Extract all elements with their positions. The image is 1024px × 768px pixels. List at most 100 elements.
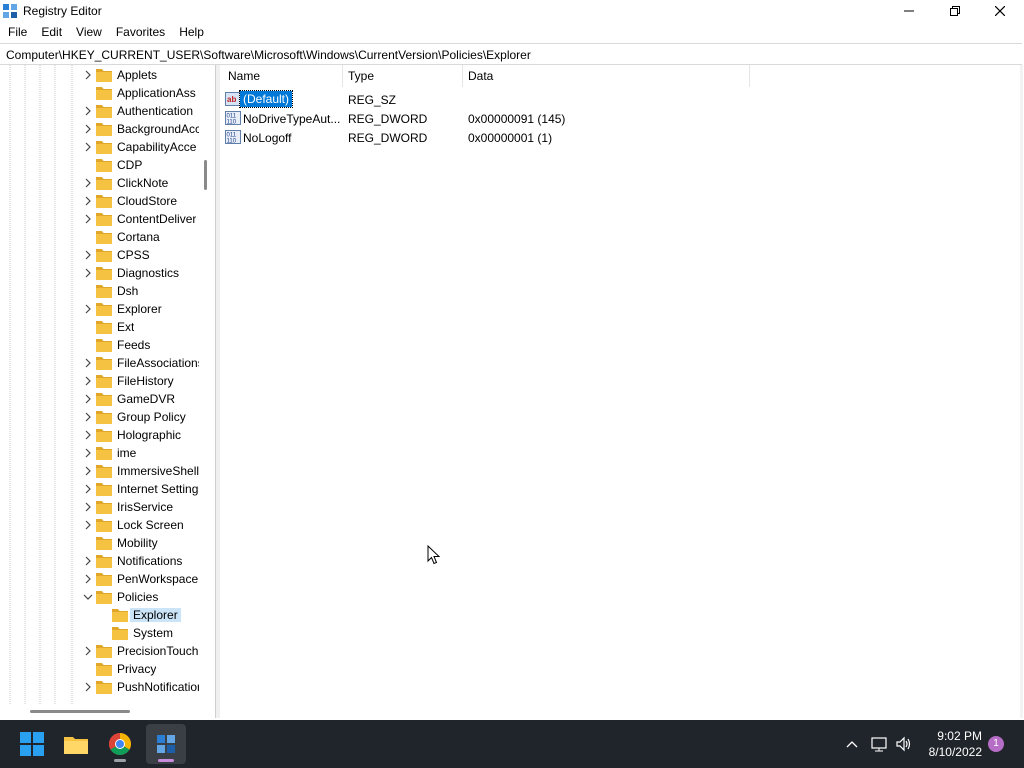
tree-item[interactable]: PrecisionTouch xyxy=(0,642,200,660)
column-header-type[interactable]: Type xyxy=(348,69,374,87)
tree-item[interactable]: Group Policy xyxy=(0,408,200,426)
scroll-thumb[interactable] xyxy=(30,710,130,713)
tree-vertical-scrollbar[interactable] xyxy=(199,65,214,705)
column-divider[interactable] xyxy=(342,65,343,87)
notification-badge[interactable]: 1 xyxy=(988,736,1004,752)
tree-item-label: Dsh xyxy=(117,284,139,298)
tree-item[interactable]: ApplicationAss xyxy=(0,84,200,102)
chevron-right-icon[interactable] xyxy=(82,393,94,405)
restore-button[interactable] xyxy=(932,0,978,22)
value-row[interactable]: ab (Default) REG_SZ xyxy=(225,90,785,109)
start-button[interactable] xyxy=(12,724,52,764)
volume-button[interactable] xyxy=(894,734,914,754)
tree-item[interactable]: System xyxy=(0,624,200,642)
chevron-right-icon[interactable] xyxy=(82,465,94,477)
tree-item[interactable]: Explorer xyxy=(0,300,200,318)
close-button[interactable] xyxy=(977,0,1023,22)
tree-item[interactable]: Feeds xyxy=(0,336,200,354)
tree-item[interactable]: CPSS xyxy=(0,246,200,264)
menu-view[interactable]: View xyxy=(70,22,108,42)
value-row[interactable]: 011 110 NoDriveTypeAut... REG_DWORD 0x000000… xyxy=(225,109,785,128)
tree-item[interactable]: ClickNote xyxy=(0,174,200,192)
tree-item[interactable]: FileHistory xyxy=(0,372,200,390)
tree-item[interactable]: Explorer xyxy=(0,606,200,624)
tree-item[interactable]: CloudStore xyxy=(0,192,200,210)
tree-item[interactable]: ContentDeliver xyxy=(0,210,200,228)
tree-horizontal-scrollbar[interactable] xyxy=(0,705,199,718)
show-hidden-icons-button[interactable] xyxy=(842,734,862,754)
tree-item[interactable]: FileAssociations xyxy=(0,354,200,372)
column-header-name[interactable]: Name xyxy=(228,69,260,87)
chevron-right-icon[interactable] xyxy=(82,483,94,495)
tree-item[interactable]: PushNotification xyxy=(0,678,200,696)
chevron-right-icon[interactable] xyxy=(82,303,94,315)
folder-icon xyxy=(96,501,112,514)
column-header-data[interactable]: Data xyxy=(468,69,493,87)
address-bar[interactable]: Computer\HKEY_CURRENT_USER\Software\Micr… xyxy=(0,43,1022,65)
values-scrollbar[interactable] xyxy=(1020,65,1023,718)
menu-edit[interactable]: Edit xyxy=(35,22,68,42)
tree-item[interactable]: Cortana xyxy=(0,228,200,246)
tree-item[interactable]: ImmersiveShell xyxy=(0,462,200,480)
chevron-right-icon[interactable] xyxy=(82,69,94,81)
chevron-right-icon[interactable] xyxy=(82,267,94,279)
chrome-button[interactable] xyxy=(100,724,140,764)
menu-help[interactable]: Help xyxy=(173,22,210,42)
column-divider[interactable] xyxy=(462,65,463,87)
menu-file[interactable]: File xyxy=(2,22,33,42)
network-button[interactable] xyxy=(869,734,889,754)
tree-item[interactable]: Notifications xyxy=(0,552,200,570)
folder-icon xyxy=(96,267,112,280)
tree-item[interactable]: Privacy xyxy=(0,660,200,678)
minimize-button[interactable] xyxy=(886,0,932,22)
tree-item[interactable]: Policies xyxy=(0,588,200,606)
system-clock[interactable]: 9:02 PM 8/10/2022 xyxy=(920,728,982,760)
chevron-right-icon[interactable] xyxy=(82,573,94,585)
chevron-right-icon[interactable] xyxy=(82,213,94,225)
tree-item[interactable]: Lock Screen xyxy=(0,516,200,534)
chevron-right-icon[interactable] xyxy=(82,681,94,693)
folder-icon xyxy=(96,411,112,424)
value-row[interactable]: 011 110 NoLogoff REG_DWORD 0x00000001 (1) xyxy=(225,128,785,147)
chevron-right-icon[interactable] xyxy=(82,123,94,135)
tree-item[interactable]: PenWorkspace xyxy=(0,570,200,588)
chevron-right-icon[interactable] xyxy=(82,105,94,117)
chevron-right-icon[interactable] xyxy=(82,249,94,261)
tree-item[interactable]: Ext xyxy=(0,318,200,336)
chevron-right-icon[interactable] xyxy=(82,195,94,207)
chevron-right-icon[interactable] xyxy=(82,141,94,153)
chevron-right-icon[interactable] xyxy=(82,357,94,369)
tree-item[interactable]: Internet Setting xyxy=(0,480,200,498)
values-list[interactable]: Name Type Data ab (Default) REG_SZ 011 110 No… xyxy=(220,65,1022,718)
folder-icon xyxy=(96,231,112,244)
chevron-right-icon[interactable] xyxy=(82,411,94,423)
chevron-right-icon[interactable] xyxy=(82,177,94,189)
chevron-right-icon[interactable] xyxy=(82,447,94,459)
tree-item[interactable]: IrisService xyxy=(0,498,200,516)
menu-favorites[interactable]: Favorites xyxy=(110,22,171,42)
tree-item[interactable]: ime xyxy=(0,444,200,462)
chevron-right-icon[interactable] xyxy=(82,429,94,441)
tree-item[interactable]: BackgroundAcc xyxy=(0,120,200,138)
chevron-right-icon[interactable] xyxy=(82,555,94,567)
regedit-taskbar-button[interactable] xyxy=(146,724,186,764)
tree-item[interactable]: Diagnostics xyxy=(0,264,200,282)
chevron-right-icon[interactable] xyxy=(82,645,94,657)
column-divider[interactable] xyxy=(749,65,750,87)
tree-item[interactable]: Holographic xyxy=(0,426,200,444)
tree-item[interactable]: CapabilityAcce xyxy=(0,138,200,156)
chevron-right-icon[interactable] xyxy=(82,375,94,387)
tree-item[interactable]: Authentication xyxy=(0,102,200,120)
tree-item[interactable]: Applets xyxy=(0,66,200,84)
tree-item[interactable]: CDP xyxy=(0,156,200,174)
scroll-thumb[interactable] xyxy=(204,160,207,190)
chevron-right-icon[interactable] xyxy=(82,501,94,513)
tree-item[interactable]: GameDVR xyxy=(0,390,200,408)
file-explorer-button[interactable] xyxy=(56,724,96,764)
chevron-right-icon[interactable] xyxy=(82,519,94,531)
tree-item[interactable]: Mobility xyxy=(0,534,200,552)
chevron-down-icon[interactable] xyxy=(82,591,94,603)
tree-item[interactable]: Dsh xyxy=(0,282,200,300)
value-type: REG_DWORD xyxy=(348,112,428,126)
key-tree[interactable]: Applets ApplicationAss Authentication Backg… xyxy=(0,65,216,718)
